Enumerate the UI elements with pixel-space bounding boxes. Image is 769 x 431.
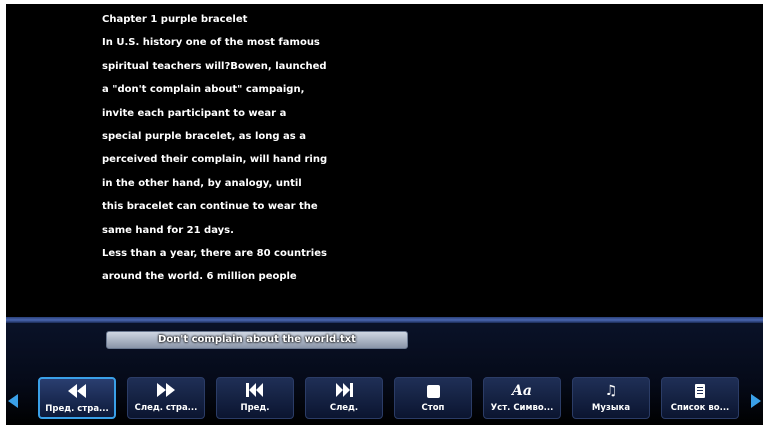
reader-screen: Chapter 1 purple bracelet In U.S. histor…: [6, 4, 763, 425]
fast-forward-icon: [128, 383, 204, 400]
text-line: special purple bracelet, as long as a: [102, 130, 306, 142]
next-button[interactable]: След.: [305, 377, 383, 419]
text-line: perceived their complain, will hand ring: [102, 154, 328, 166]
next-page-label: След. стра...: [134, 403, 198, 413]
rewind-icon: [40, 384, 114, 401]
font-settings-label: Уст. Симво...: [490, 403, 554, 413]
scroll-left-arrow-icon[interactable]: [8, 394, 18, 408]
font-settings-button[interactable]: Aa Уст. Симво...: [483, 377, 561, 419]
text-line: same hand for 21 days.: [102, 224, 234, 236]
playlist-label: Список во...: [670, 403, 730, 413]
toolbar: Пред. стра... След. стра... Пред. След.: [6, 375, 763, 423]
text-line: spiritual teachers will?Bowen, launched: [102, 60, 327, 72]
prev-page-button[interactable]: Пред. стра...: [38, 377, 116, 419]
music-button[interactable]: ♫ Музыка: [572, 377, 650, 419]
font-icon: Aa: [512, 383, 532, 399]
stop-button[interactable]: Стоп: [394, 377, 472, 419]
prev-page-label: Пред. стра...: [45, 404, 109, 414]
next-page-button[interactable]: След. стра...: [127, 377, 205, 419]
skip-previous-icon: [217, 383, 293, 400]
playlist-button[interactable]: Список во...: [661, 377, 739, 419]
scroll-right-arrow-icon[interactable]: [751, 394, 761, 408]
text-line: in the other hand, by analogy, until: [102, 177, 302, 189]
next-label: След.: [329, 403, 359, 413]
text-line: Chapter 1 purple bracelet: [102, 14, 248, 25]
text-line: this bracelet can continue to wear the: [102, 201, 318, 213]
filename-label: Don't complain about the world.txt: [106, 331, 408, 349]
music-note-icon: ♫: [604, 383, 618, 399]
text-line: Less than a year, there are 80 countries: [102, 247, 327, 259]
text-line: a "don't complain about" campaign,: [102, 84, 305, 96]
previous-label: Пред.: [240, 403, 270, 413]
text-line: invite each participant to wear a: [102, 107, 287, 119]
stop-icon: [395, 383, 471, 400]
stop-label: Стоп: [421, 403, 445, 413]
document-list-icon: [662, 383, 738, 400]
previous-button[interactable]: Пред.: [216, 377, 294, 419]
text-content: Chapter 1 purple bracelet In U.S. histor…: [102, 8, 402, 289]
control-panel: Don't complain about the world.txt Пред.…: [6, 323, 763, 425]
skip-next-icon: [306, 383, 382, 400]
text-line: around the world. 6 million people: [102, 271, 297, 283]
text-line: In U.S. history one of the most famous: [102, 37, 320, 49]
music-label: Музыка: [591, 403, 631, 413]
